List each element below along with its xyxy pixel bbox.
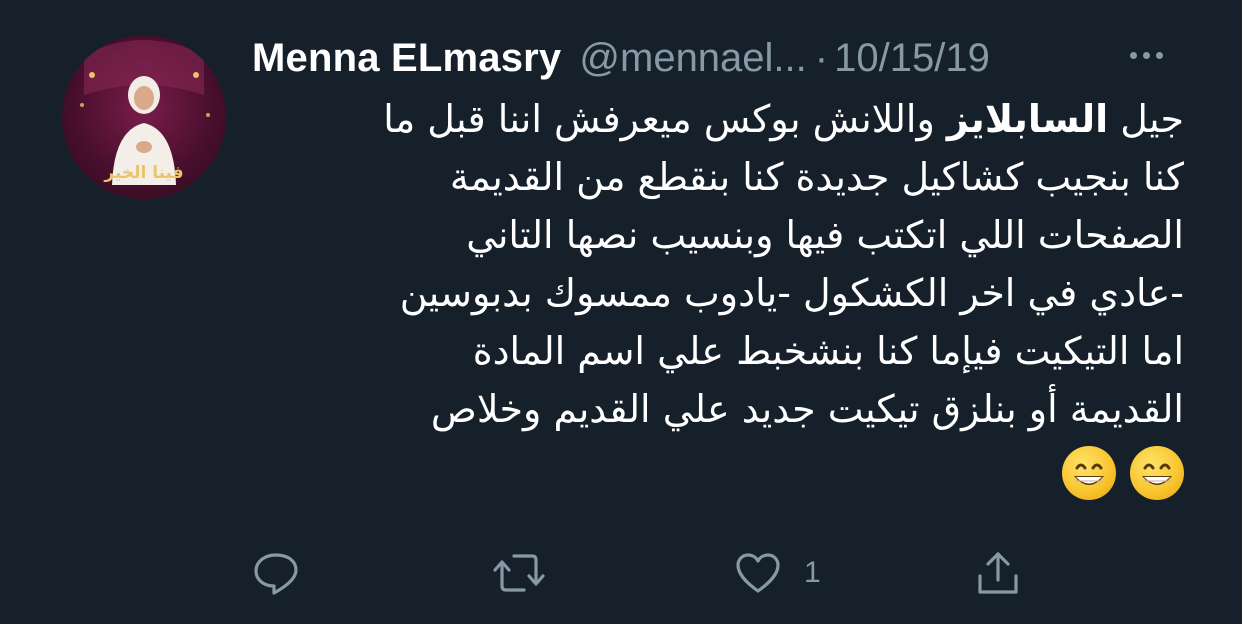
tweet-text-line: القديمة أو بنلزق تيكيت جديد علي القديم و… <box>430 387 1184 431</box>
tweet-text: جيل السابلايز واللانش بوكس ميعرفش اننا ق… <box>248 90 1184 500</box>
tweet-date[interactable]: 10/15/19 <box>834 36 990 81</box>
like-count: 1 <box>804 556 821 589</box>
tweet-text-line: الصفحات اللي اتكتب فيها وبنسيب نصها التا… <box>466 213 1184 257</box>
header-separator: · <box>814 35 829 80</box>
like-button[interactable]: 1 <box>734 548 821 598</box>
text-segment: جيل <box>1108 97 1184 141</box>
tweet-card: فينا الخير Menna ELmasry @mennael... · 1… <box>0 0 1242 624</box>
text-bold-segment: السابلايز <box>946 97 1109 141</box>
avatar[interactable]: فينا الخير <box>62 35 226 199</box>
share-button[interactable] <box>974 548 1022 598</box>
tweet-text-line: كنا بنجيب كشاكيل جديدة كنا بنقطع من القد… <box>449 155 1184 199</box>
tweet-text-line: -عادي في اخر الكشكول -يادوب ممسوك بدبوسي… <box>399 271 1184 315</box>
tweet-text-line: اما التيكيت فيإما كنا بنشخبط علي اسم الم… <box>472 329 1184 373</box>
text-segment: واللانش بوكس ميعرفش اننا قبل ما <box>383 97 947 141</box>
display-name[interactable]: Menna ELmasry <box>252 36 561 81</box>
grinning-face-icon <box>1130 446 1184 500</box>
share-icon <box>978 552 1018 594</box>
retweet-icon <box>493 554 545 592</box>
reply-icon <box>254 553 298 595</box>
heart-icon <box>736 553 780 593</box>
grinning-face-icon <box>1062 446 1116 500</box>
more-options-icon[interactable] <box>1130 52 1163 59</box>
avatar-caption: فينا الخير <box>104 163 184 183</box>
emoji-row <box>248 446 1184 500</box>
tweet-header: Menna ELmasry @mennael... · 10/15/19 <box>252 30 1192 86</box>
user-handle[interactable]: @mennael... <box>579 36 806 81</box>
reply-button[interactable] <box>252 548 300 598</box>
tweet-text-line: جيل السابلايز واللانش بوكس ميعرفش اننا ق… <box>248 90 1184 148</box>
retweet-button[interactable] <box>492 548 546 598</box>
tweet-actions-bar: 1 <box>0 548 1242 598</box>
